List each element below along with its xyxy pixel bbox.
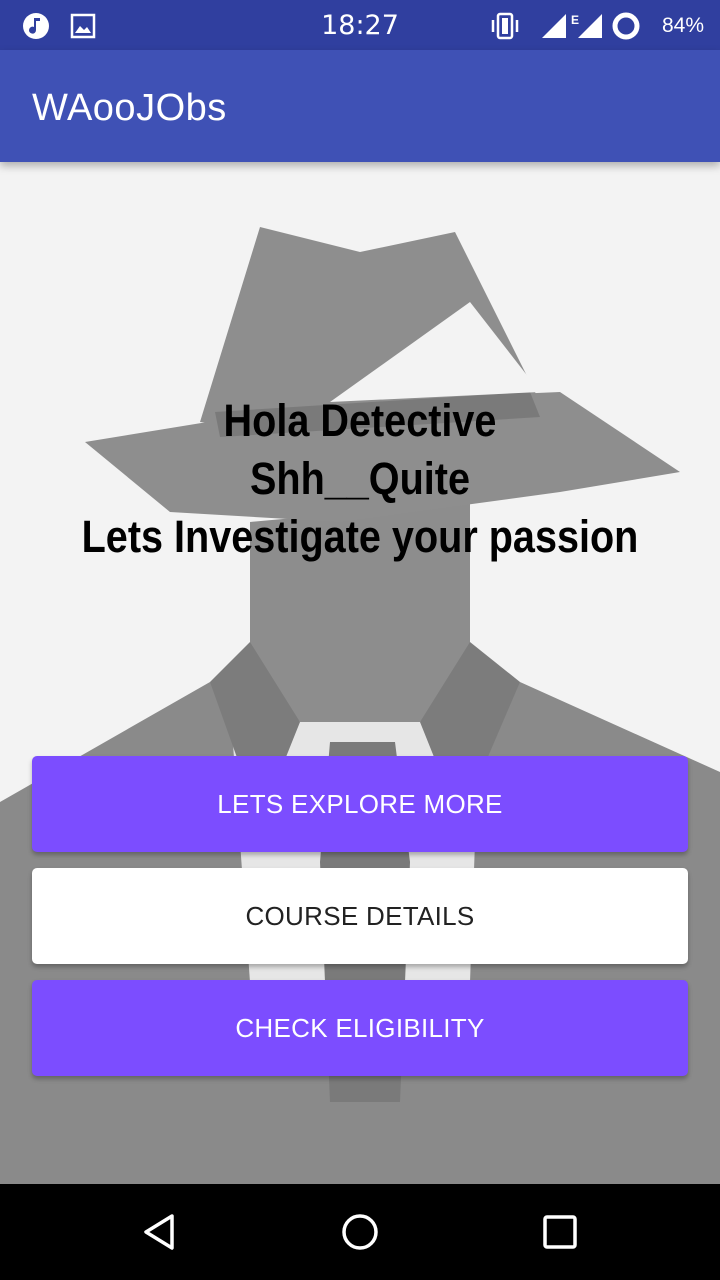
check-eligibility-button[interactable]: CHECK ELIGIBILITY xyxy=(32,980,688,1076)
signal-e-icon: E xyxy=(571,13,602,38)
back-icon[interactable] xyxy=(140,1212,180,1252)
headline-line-3: Lets Investigate your passion xyxy=(81,511,639,562)
headline-line-2: Shh__Quite xyxy=(249,453,471,504)
course-details-button[interactable]: COURSE DETAILS xyxy=(32,868,688,964)
recents-icon[interactable] xyxy=(540,1212,580,1252)
main-content: Hola Detective Shh__Quite Lets Investiga… xyxy=(0,162,720,1184)
status-bar: 18:27 E 84% xyxy=(0,0,720,50)
signal-icon xyxy=(542,14,566,38)
network-type-label: E xyxy=(571,13,579,27)
navigation-bar xyxy=(0,1184,720,1280)
app-bar: WAooJObs xyxy=(0,50,720,162)
headline-line-1: Hola Detective xyxy=(223,395,497,446)
app-title: WAooJObs xyxy=(32,87,227,129)
status-right-icons: E xyxy=(490,10,640,42)
vibrate-icon xyxy=(491,12,519,40)
battery-percent: 84% xyxy=(661,14,704,37)
headline: Hola Detective Shh__Quite Lets Investiga… xyxy=(43,392,677,566)
battery-ring-icon xyxy=(612,12,640,40)
explore-more-button[interactable]: LETS EXPLORE MORE xyxy=(32,756,688,852)
home-icon[interactable] xyxy=(340,1212,380,1252)
